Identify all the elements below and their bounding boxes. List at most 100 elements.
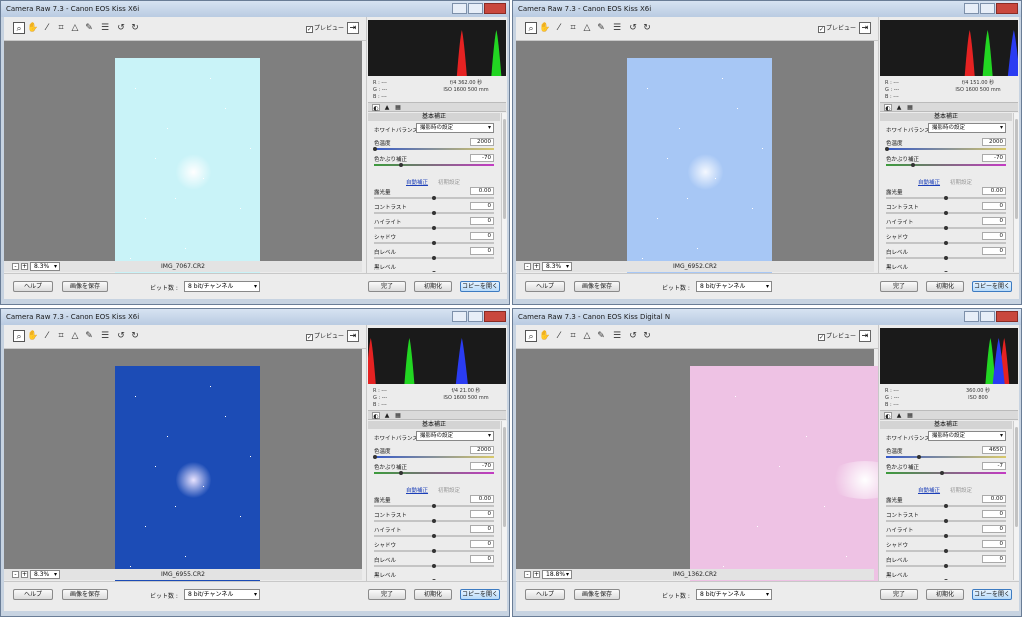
highlights-slider-thumb[interactable]: [432, 226, 436, 230]
open-copy-button[interactable]: コピーを開く: [460, 589, 500, 600]
whites-slider-thumb[interactable]: [432, 564, 436, 568]
help-button[interactable]: ヘルプ: [525, 281, 565, 292]
white-balance-tool-icon[interactable]: ⁄: [41, 22, 53, 34]
help-button[interactable]: ヘルプ: [525, 589, 565, 600]
exposure-slider[interactable]: 露光量 0.00: [368, 495, 500, 510]
temp-slider-track[interactable]: [374, 148, 494, 150]
contrast-slider[interactable]: コントラスト 0: [368, 510, 500, 525]
contrast-slider-value[interactable]: 0: [470, 510, 494, 518]
tint-slider-value[interactable]: -70: [470, 154, 494, 162]
blacks-slider[interactable]: 黒レベル: [368, 571, 500, 580]
shadows-slider-value[interactable]: 0: [470, 540, 494, 548]
save-image-button[interactable]: 画像を保存: [574, 589, 620, 600]
checkbox-icon[interactable]: ✓: [306, 334, 313, 341]
zoom-tool-icon[interactable]: ⌕: [13, 22, 25, 34]
contrast-slider-thumb[interactable]: [944, 211, 948, 215]
tint-slider-track[interactable]: [374, 472, 494, 474]
auto-link[interactable]: 自動補正: [406, 486, 428, 494]
bit-depth-select[interactable]: 8 bit/チャンネル: [696, 281, 772, 292]
temp-slider-thumb[interactable]: [885, 147, 889, 151]
temp-slider-value[interactable]: 2000: [470, 446, 494, 454]
exposure-slider-thumb[interactable]: [944, 504, 948, 508]
exposure-slider-thumb[interactable]: [944, 196, 948, 200]
highlights-slider-thumb[interactable]: [432, 534, 436, 538]
hand-tool-icon[interactable]: ✋: [27, 22, 39, 34]
tab-basic[interactable]: ◐: [884, 104, 892, 112]
minimize-button[interactable]: [452, 311, 467, 322]
done-button[interactable]: 完了: [368, 281, 406, 292]
help-button[interactable]: ヘルプ: [13, 589, 53, 600]
fullscreen-icon[interactable]: ⇥: [859, 22, 871, 34]
preview-toggle[interactable]: ✓ プレビュー: [818, 331, 856, 341]
temp-slider-value[interactable]: 2000: [982, 138, 1006, 146]
reset-button[interactable]: 初期化: [926, 281, 964, 292]
panel-scrollbar[interactable]: [1013, 113, 1019, 272]
save-image-button[interactable]: 画像を保存: [62, 589, 108, 600]
highlights-slider[interactable]: ハイライト 0: [368, 525, 500, 540]
scrollbar-thumb[interactable]: [1015, 119, 1018, 219]
contrast-slider-value[interactable]: 0: [982, 510, 1006, 518]
whites-slider-thumb[interactable]: [432, 256, 436, 260]
tint-slider-thumb[interactable]: [940, 471, 944, 475]
blacks-slider-thumb[interactable]: [944, 579, 948, 580]
close-button[interactable]: [484, 3, 506, 14]
tab-basic[interactable]: ◐: [372, 412, 380, 420]
tab-detail[interactable]: ▦: [906, 104, 914, 111]
highlights-slider-value[interactable]: 0: [470, 217, 494, 225]
highlights-slider[interactable]: ハイライト 0: [368, 217, 500, 232]
temp-slider-track[interactable]: [886, 456, 1006, 458]
temp-slider-thumb[interactable]: [373, 147, 377, 151]
shadows-slider-value[interactable]: 0: [982, 232, 1006, 240]
maximize-button[interactable]: [468, 311, 483, 322]
tab-tone-curve[interactable]: ▲: [383, 412, 391, 419]
blacks-slider-thumb[interactable]: [944, 271, 948, 272]
white-balance-select[interactable]: 撮影時の設定: [928, 123, 1006, 133]
temp-slider-track[interactable]: [374, 456, 494, 458]
blacks-slider-thumb[interactable]: [432, 579, 436, 580]
zoom-tool-icon[interactable]: ⌕: [525, 22, 537, 34]
done-button[interactable]: 完了: [880, 589, 918, 600]
tab-tone-curve[interactable]: ▲: [895, 104, 903, 111]
rotate-left-icon[interactable]: ↺: [115, 330, 127, 342]
tint-slider-value[interactable]: -70: [982, 154, 1006, 162]
temp-slider[interactable]: 色温度 2000: [368, 138, 500, 153]
white-balance-tool-icon[interactable]: ⁄: [41, 330, 53, 342]
rotate-right-icon[interactable]: ↻: [129, 330, 141, 342]
rotate-right-icon[interactable]: ↻: [641, 22, 653, 34]
highlights-slider[interactable]: ハイライト 0: [880, 525, 1012, 540]
tint-slider[interactable]: 色かぶり補正 -70: [880, 154, 1012, 169]
default-link[interactable]: 初期設定: [950, 178, 972, 186]
blacks-slider-thumb[interactable]: [432, 271, 436, 272]
panel-scrollbar[interactable]: [501, 113, 507, 272]
whites-slider[interactable]: 白レベル 0: [368, 555, 500, 570]
rotate-left-icon[interactable]: ↺: [627, 330, 639, 342]
tab-tone-curve[interactable]: ▲: [895, 412, 903, 419]
highlights-slider-value[interactable]: 0: [982, 217, 1006, 225]
redeye-tool-icon[interactable]: ✎: [83, 330, 95, 342]
tint-slider[interactable]: 色かぶり補正 -70: [368, 462, 500, 477]
temp-slider-value[interactable]: 4650: [982, 446, 1006, 454]
exposure-slider[interactable]: 露光量 0.00: [880, 187, 1012, 202]
white-balance-tool-icon[interactable]: ⁄: [553, 22, 565, 34]
white-balance-select[interactable]: 撮影時の設定: [416, 431, 494, 441]
highlights-slider-value[interactable]: 0: [470, 525, 494, 533]
tab-detail[interactable]: ▦: [394, 104, 402, 111]
straighten-tool-icon[interactable]: △: [69, 22, 81, 34]
tint-slider-thumb[interactable]: [399, 163, 403, 167]
shadows-slider[interactable]: シャドウ 0: [880, 232, 1012, 247]
fullscreen-icon[interactable]: ⇥: [347, 330, 359, 342]
tint-slider-track[interactable]: [886, 472, 1006, 474]
preferences-icon[interactable]: ☰: [611, 22, 623, 34]
redeye-tool-icon[interactable]: ✎: [595, 330, 607, 342]
temp-slider-thumb[interactable]: [917, 455, 921, 459]
open-copy-button[interactable]: コピーを開く: [972, 281, 1012, 292]
exposure-slider[interactable]: 露光量 0.00: [880, 495, 1012, 510]
close-button[interactable]: [996, 311, 1018, 322]
preview-toggle[interactable]: ✓ プレビュー: [306, 331, 344, 341]
contrast-slider[interactable]: コントラスト 0: [880, 510, 1012, 525]
reset-button[interactable]: 初期化: [414, 281, 452, 292]
highlights-slider-thumb[interactable]: [944, 534, 948, 538]
scrollbar-thumb[interactable]: [503, 427, 506, 527]
default-link[interactable]: 初期設定: [950, 486, 972, 494]
exposure-slider-value[interactable]: 0.00: [982, 495, 1006, 503]
